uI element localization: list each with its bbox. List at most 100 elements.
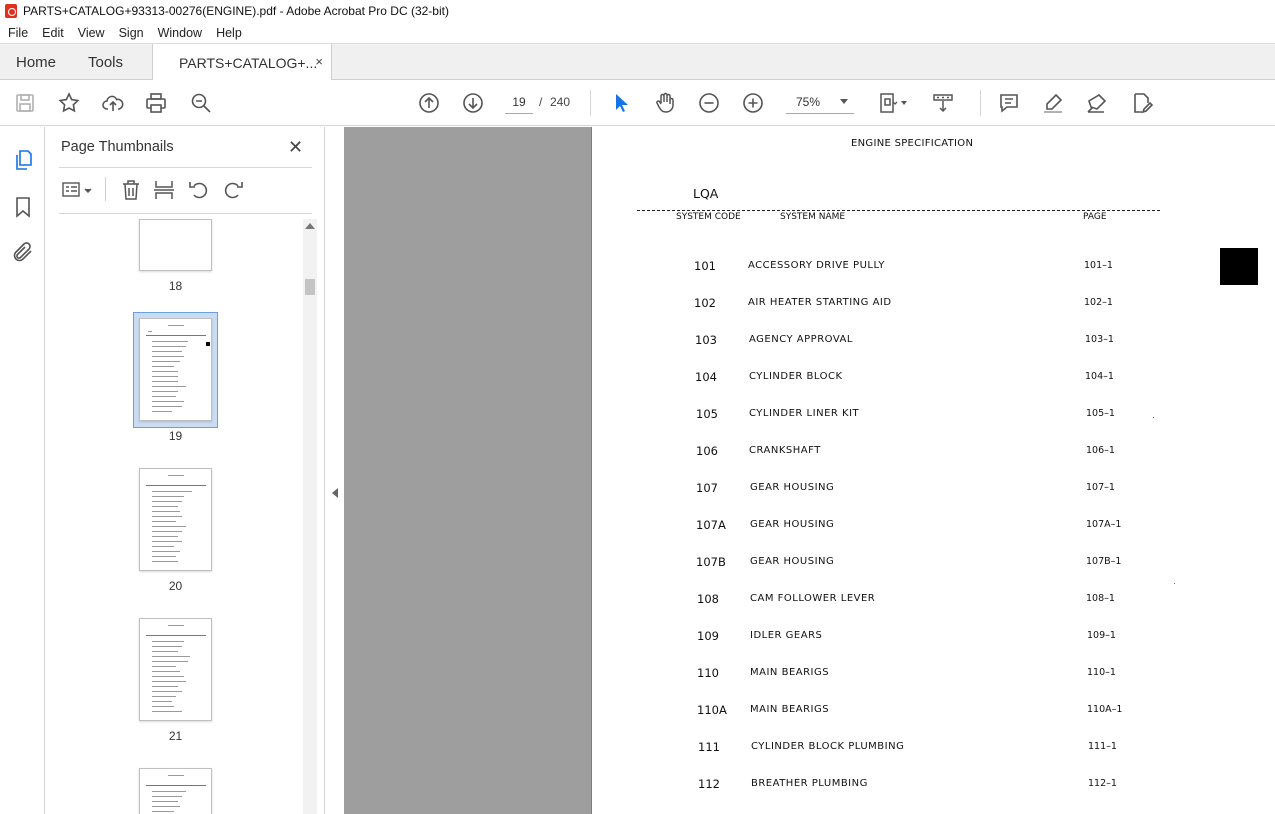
insert-pages-icon[interactable] <box>152 178 176 202</box>
page-reference: 102–1 <box>1084 297 1113 308</box>
page-fit-icon[interactable] <box>876 90 902 116</box>
star-icon[interactable] <box>56 90 82 116</box>
column-header-code: SYSTEM CODE <box>676 212 741 222</box>
bookmark-icon[interactable] <box>11 195 35 219</box>
black-marker <box>1220 248 1258 285</box>
system-code: 110 <box>697 666 719 680</box>
toolbar-divider <box>980 90 981 116</box>
menu-edit[interactable]: Edit <box>42 26 64 40</box>
main-toolbar <box>0 80 1275 126</box>
page-down-icon[interactable] <box>460 90 486 116</box>
tab-bar: Home Tools PARTS+CATALOG+... × <box>0 43 1275 81</box>
system-name: GEAR HOUSING <box>750 482 835 493</box>
page-reference: 105–1 <box>1086 408 1115 419</box>
system-code: 111 <box>698 740 720 754</box>
tab-document[interactable]: PARTS+CATALOG+... × <box>152 44 332 81</box>
page-reference: 101–1 <box>1084 260 1113 271</box>
comment-icon[interactable] <box>996 90 1022 116</box>
table-row: 106 CRANKSHAFT 106–1 <box>592 444 1275 464</box>
scroll-mode-icon[interactable] <box>930 90 956 116</box>
save-icon[interactable] <box>12 90 38 116</box>
table-row: 110A MAIN BEARIGS 110A–1 <box>592 703 1275 723</box>
zoom-out-icon[interactable] <box>696 90 722 116</box>
page-reference: 111–1 <box>1088 741 1117 752</box>
system-name: AIR HEATER STARTING AID <box>748 297 892 308</box>
menu-sign[interactable]: Sign <box>119 26 144 40</box>
upload-icon[interactable] <box>100 90 126 116</box>
tab-tools[interactable]: Tools <box>88 44 123 80</box>
table-row: 101 ACCESSORY DRIVE PULLY 101–1 <box>592 259 1275 279</box>
menu-file[interactable]: File <box>8 26 28 40</box>
tab-document-label: PARTS+CATALOG+... <box>179 54 318 71</box>
navigation-rail <box>0 127 45 814</box>
table-row: 112 BREATHER PLUMBING 112–1 <box>592 777 1275 797</box>
highlight-icon[interactable] <box>1040 90 1066 116</box>
menu-window[interactable]: Window <box>158 26 202 40</box>
scrollbar-thumb[interactable] <box>305 279 315 295</box>
table-row: 107A GEAR HOUSING 107A–1 <box>592 518 1275 538</box>
table-row: 107B GEAR HOUSING 107B–1 <box>592 555 1275 575</box>
acrobat-pdf-icon <box>5 4 17 18</box>
speck <box>1153 417 1154 418</box>
zoom-search-icon[interactable] <box>188 90 214 116</box>
zoom-in-icon[interactable] <box>740 90 766 116</box>
system-code: 107 <box>696 481 718 495</box>
document-view[interactable]: ENGINE SPECIFICATION LQA SYSTEM CODE SYS… <box>344 127 1275 814</box>
thumbnail-page-19[interactable] <box>139 318 212 421</box>
page-thumbnails-icon[interactable] <box>11 148 35 172</box>
page-up-icon[interactable] <box>416 90 442 116</box>
system-code: 103 <box>695 333 717 347</box>
thumbnail-label: 19 <box>168 429 183 443</box>
print-icon[interactable] <box>143 90 169 116</box>
divider <box>59 167 312 168</box>
select-cursor-icon[interactable] <box>608 90 634 116</box>
page-reference: 110A–1 <box>1087 704 1123 715</box>
system-name: CYLINDER BLOCK <box>749 371 843 382</box>
panel-collapse-handle[interactable] <box>325 127 344 814</box>
window-title: PARTS+CATALOG+93313-00276(ENGINE).pdf - … <box>23 4 449 18</box>
thumbnail-toolbar <box>59 175 312 205</box>
menu-help[interactable]: Help <box>216 26 242 40</box>
options-menu-icon[interactable] <box>61 179 93 201</box>
panel-title: Page Thumbnails <box>61 139 174 155</box>
thumbnail-page-20[interactable] <box>139 468 212 571</box>
thumbnail-list: 18 19 20 21 <box>59 219 299 814</box>
system-name: CYLINDER LINER KIT <box>749 408 860 419</box>
table-row: 102 AIR HEATER STARTING AID 102–1 <box>592 296 1275 316</box>
edit-pdf-icon[interactable] <box>1128 90 1154 116</box>
thumbnail-page-18[interactable] <box>139 219 212 271</box>
sign-icon[interactable] <box>1084 90 1110 116</box>
table-row: 110 MAIN BEARIGS 110–1 <box>592 666 1275 686</box>
menu-bar: File Edit View Sign Window Help <box>0 22 1275 43</box>
tab-home[interactable]: Home <box>16 44 56 80</box>
table-row: 107 GEAR HOUSING 107–1 <box>592 481 1275 501</box>
tab-close-icon[interactable]: × <box>315 54 323 69</box>
zoom-dropdown[interactable]: 75% <box>786 90 854 114</box>
system-code: 101 <box>694 259 716 273</box>
thumbnail-page-22[interactable] <box>139 768 212 814</box>
rotate-ccw-icon[interactable] <box>187 178 211 202</box>
scroll-up-icon[interactable] <box>305 223 315 229</box>
hand-icon[interactable] <box>652 90 678 116</box>
system-name: AGENCY APPROVAL <box>749 334 853 345</box>
thumbnail-page-21[interactable] <box>139 618 212 721</box>
system-code: 110A <box>697 703 727 717</box>
attachment-icon[interactable] <box>11 240 35 264</box>
system-code: 109 <box>697 629 719 643</box>
close-icon[interactable]: ✕ <box>288 137 303 158</box>
speck <box>1174 583 1175 584</box>
table-row: 111 CYLINDER BLOCK PLUMBING 111–1 <box>592 740 1275 760</box>
delete-page-icon[interactable] <box>119 178 143 202</box>
column-header-name: SYSTEM NAME <box>780 212 846 222</box>
page-number-input[interactable] <box>505 90 533 114</box>
chevron-left-icon[interactable] <box>332 488 338 498</box>
rotate-cw-icon[interactable] <box>221 178 245 202</box>
menu-view[interactable]: View <box>78 26 105 40</box>
thumbnail-label: 20 <box>168 579 183 593</box>
thumbnail-scrollbar[interactable] <box>303 219 317 814</box>
system-name: GEAR HOUSING <box>750 556 835 567</box>
zoom-value: 75% <box>796 95 821 109</box>
table-row: 108 CAM FOLLOWER LEVER 108–1 <box>592 592 1275 612</box>
chevron-down-icon[interactable] <box>901 101 907 105</box>
system-code: 104 <box>695 370 717 384</box>
